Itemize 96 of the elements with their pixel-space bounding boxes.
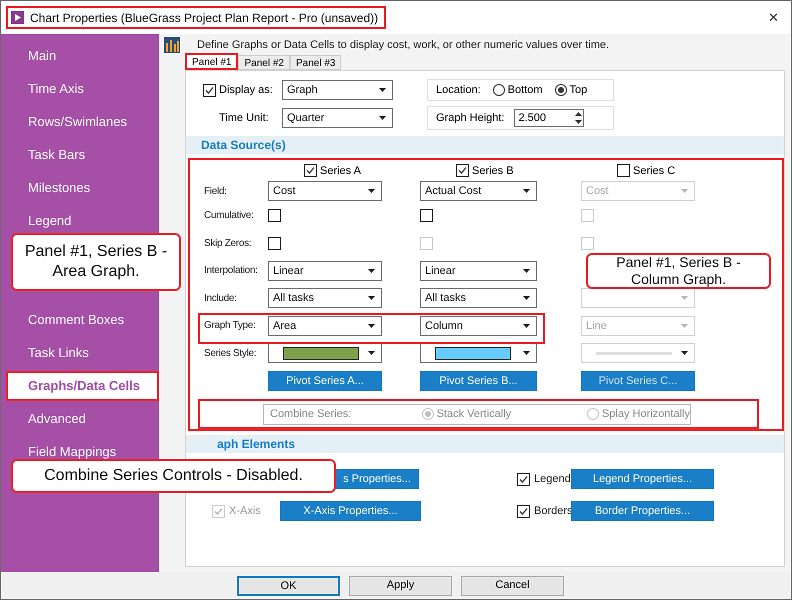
pivot-button[interactable]: Pivot Series A... — [268, 370, 382, 391]
sidebar-item[interactable]: Legend — [28, 213, 72, 228]
sidebar-item[interactable]: Advanced — [28, 411, 86, 426]
dropdown[interactable]: Cost — [268, 181, 382, 202]
dropdown[interactable]: Linear — [268, 260, 382, 281]
caret-icon — [681, 351, 688, 356]
radio-button[interactable] — [492, 84, 505, 96]
sidebar-item[interactable]: Rows/Swimlanes — [28, 114, 127, 129]
pivot-button[interactable]: Pivot Series B... — [420, 370, 537, 391]
dropdown[interactable]: Quarter — [282, 108, 393, 128]
callout: Combine Series Controls - Disabled. — [11, 459, 336, 493]
radio-label: Stack Vertically — [436, 406, 512, 422]
field-label: Combine Series: — [270, 406, 352, 422]
pivot-button[interactable]: Pivot Series C... — [581, 370, 695, 391]
callout: Panel #1, Series B - Column Graph. — [586, 253, 771, 289]
dialog-button[interactable]: Apply — [349, 576, 452, 596]
dropdown[interactable]: Linear — [420, 260, 537, 281]
spinner-icon — [574, 111, 584, 125]
caret-icon — [523, 268, 530, 273]
section-header: Data Source(s) — [186, 136, 784, 154]
callout: Panel #1, Series B - Area Graph. — [11, 233, 181, 291]
caret-icon — [379, 116, 386, 120]
dropdown[interactable]: Actual Cost — [420, 181, 537, 202]
sidebar-item[interactable]: Comment Boxes — [28, 312, 124, 327]
tab[interactable]: Panel #1 — [185, 53, 238, 70]
field-label: Graph Height: — [436, 110, 504, 126]
sidebar-item[interactable]: Graphs/Data Cells — [6, 370, 159, 400]
series-label: Series C — [633, 164, 676, 179]
caret-icon — [681, 296, 688, 300]
checkbox[interactable] — [203, 84, 216, 96]
radio-button[interactable] — [554, 84, 567, 96]
dialog-button[interactable]: Cancel — [461, 576, 564, 596]
checkbox[interactable] — [268, 209, 281, 222]
tab[interactable]: Panel #3 — [290, 55, 342, 70]
checkbox[interactable] — [517, 504, 530, 518]
checkbox[interactable] — [517, 472, 530, 486]
caret-icon — [368, 268, 375, 273]
window-title: Chart Properties (BlueGrass Project Plan Report - Pro (unsaved)) — [30, 10, 378, 26]
caret-icon — [379, 88, 386, 92]
chart-icon — [164, 37, 180, 53]
description-text: Define Graphs or Data Cells to display cost, work, or other numeric values over time. — [197, 38, 610, 53]
dropdown[interactable]: Graph — [282, 80, 393, 100]
field-label: Field: — [204, 184, 227, 199]
sidebar-item[interactable]: Task Bars — [28, 147, 86, 162]
caret-icon — [368, 324, 375, 328]
sidebar-item[interactable]: Main — [28, 48, 56, 63]
sidebar-item[interactable]: Field Mappings — [28, 444, 116, 459]
radio-label: Bottom — [508, 82, 543, 98]
field-label: Include: — [204, 292, 237, 306]
properties-button[interactable]: s Properties... — [335, 469, 419, 489]
radio-label: Splay Horizontally — [602, 406, 690, 422]
properties-button[interactable]: Border Properties... — [571, 501, 714, 521]
field-label: Time Unit: — [218, 110, 270, 126]
series-label: Series A — [320, 164, 361, 179]
field-label: Interpolation: — [204, 264, 258, 278]
caret-icon — [681, 324, 688, 328]
dialog-button[interactable]: OK — [237, 576, 340, 596]
dropdown[interactable]: Area — [268, 316, 382, 336]
field-label: Series Style: — [204, 346, 256, 361]
dropdown[interactable]: All tasks — [420, 288, 537, 308]
properties-button[interactable]: Legend Properties... — [571, 469, 714, 489]
style-picker[interactable] — [420, 343, 537, 364]
app-icon — [11, 11, 24, 24]
radio-label: Top — [570, 82, 588, 98]
checkbox[interactable] — [304, 164, 317, 178]
caret-icon — [681, 189, 688, 194]
field-label: Location: — [436, 82, 481, 98]
spin-field[interactable]: 2.500 — [514, 109, 584, 127]
section-header: aph Elements — [186, 435, 784, 453]
field-label: Skip Zeros: — [204, 236, 252, 251]
checkbox[interactable] — [420, 209, 433, 222]
caret-icon — [523, 189, 530, 194]
checkbox[interactable] — [617, 164, 630, 178]
caret-icon — [368, 296, 375, 300]
checkbox-label: Borders — [534, 504, 573, 519]
sidebar-item[interactable]: Time Axis — [28, 81, 84, 96]
caret-icon — [523, 324, 530, 328]
tab[interactable]: Panel #2 — [238, 55, 290, 70]
dropdown[interactable]: All tasks — [268, 288, 382, 308]
checkbox-label: Legend — [534, 472, 571, 487]
caret-icon — [523, 351, 530, 356]
checkbox-label: X-Axis — [229, 504, 261, 519]
style-picker[interactable] — [268, 343, 382, 364]
dropdown[interactable]: Column — [420, 316, 537, 336]
caret-icon — [368, 189, 375, 194]
close-button[interactable]: ✕ — [768, 8, 779, 28]
caret-icon — [523, 296, 530, 300]
sidebar-item[interactable]: Milestones — [28, 180, 90, 195]
caret-icon — [368, 351, 375, 356]
series-label: Series B — [472, 164, 514, 179]
checkbox[interactable] — [456, 164, 469, 178]
sidebar-item[interactable]: Task Links — [28, 345, 89, 360]
field-label: Graph Type: — [204, 319, 256, 334]
field-label: Cumulative: — [204, 209, 254, 224]
field-label: Display as: — [219, 82, 273, 98]
checkbox[interactable] — [268, 236, 281, 250]
